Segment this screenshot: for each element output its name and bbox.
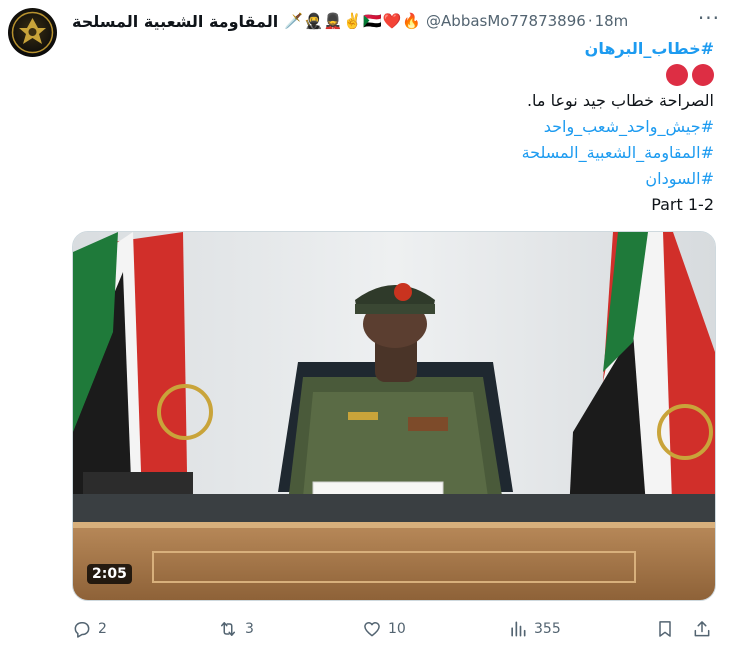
like-count: 10 bbox=[388, 621, 406, 637]
views-icon bbox=[511, 621, 526, 637]
hashtag-army[interactable]: #جيش_واحد_شعب_واحد bbox=[544, 117, 714, 136]
separator-dot: · bbox=[587, 12, 593, 30]
tweet[interactable]: المقاومة الشعبية المسلحة 🗡️🥷💂✌️🇸🇩❤️🔥 @Ab… bbox=[0, 0, 742, 646]
author-name-emojis: 🗡️🥷💂✌️🇸🇩❤️🔥 bbox=[284, 12, 423, 30]
reply-button[interactable]: 2 bbox=[72, 619, 107, 639]
retweet-count: 3 bbox=[245, 621, 254, 637]
video-player[interactable]: 2:05 bbox=[72, 231, 716, 601]
tweet-line-frankness: الصراحة خطاب جيد نوعا ما. bbox=[526, 91, 714, 110]
video-thumbnail bbox=[73, 232, 715, 600]
views-button[interactable]: 355 bbox=[508, 619, 561, 639]
hashtag-burhan[interactable]: #خطاب_البرهان bbox=[585, 39, 714, 58]
red-circle-icon bbox=[666, 64, 688, 86]
video-duration: 2:05 bbox=[87, 564, 132, 584]
tweet-header: المقاومة الشعبية المسلحة 🗡️🥷💂✌️🇸🇩❤️🔥 @Ab… bbox=[72, 8, 722, 34]
author-display-name[interactable]: المقاومة الشعبية المسلحة bbox=[72, 12, 278, 31]
bookmark-icon bbox=[659, 621, 671, 637]
views-count: 355 bbox=[534, 621, 561, 637]
red-circle-icon bbox=[692, 64, 714, 86]
reply-count: 2 bbox=[98, 621, 107, 637]
retweet-icon bbox=[221, 622, 235, 636]
share-icon bbox=[694, 621, 710, 637]
hashtag-sudan[interactable]: #السودان bbox=[645, 169, 714, 188]
hashtag-resistance[interactable]: #المقاومة_الشعبية_المسلحة bbox=[522, 143, 714, 162]
emblem-logo-icon bbox=[11, 11, 54, 54]
like-button[interactable]: 10 bbox=[362, 619, 406, 639]
author-handle[interactable]: @AbbasMo77873896 bbox=[426, 12, 586, 30]
like-icon bbox=[364, 622, 380, 637]
share-button[interactable] bbox=[692, 619, 712, 639]
part-label: Part 1-2 bbox=[651, 195, 714, 214]
action-bar: 2 3 10 355 bbox=[72, 615, 720, 643]
tweet-text: #خطاب_البرهان الصراحة خطاب جيد نوعا ما. … bbox=[72, 36, 714, 218]
red-circles bbox=[666, 62, 714, 88]
retweet-button[interactable]: 3 bbox=[217, 619, 254, 639]
bookmark-button[interactable] bbox=[655, 619, 675, 639]
avatar[interactable] bbox=[8, 8, 57, 57]
reply-icon bbox=[74, 622, 90, 638]
post-time[interactable]: 18m bbox=[595, 12, 629, 30]
more-icon[interactable]: ··· bbox=[698, 8, 720, 28]
